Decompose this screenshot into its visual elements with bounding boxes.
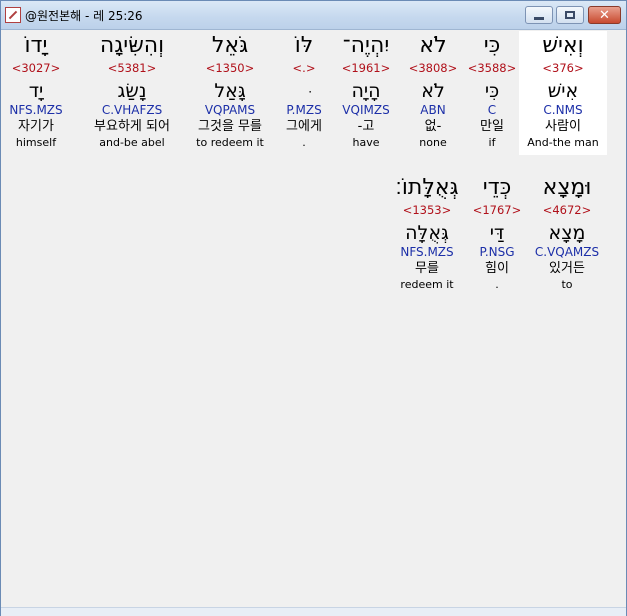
english-gloss: . — [302, 136, 306, 149]
morphology-code: ABN — [420, 103, 446, 117]
minimize-icon — [534, 16, 544, 20]
strong-number[interactable]: <.> — [279, 61, 329, 75]
lemma-word: גָּאַל — [214, 80, 246, 102]
hebrew-word: כִּי — [483, 33, 501, 58]
word-column[interactable]: כִּי <3588> כִּי C 만일 if — [467, 31, 517, 155]
hebrew-word: גְּאֻלָּתוֹ׃ — [395, 175, 459, 200]
window-title: @원전본해 - 레 25:26 — [25, 9, 143, 23]
lemma-word: הָיָה — [351, 80, 381, 102]
word-column[interactable]: וְאִישׁ <376> אִישׁ C.NMS 사람이 And-the man — [519, 31, 607, 155]
word-column[interactable]: כְּדֵי <1767> דַּי P.NSG 힘이. — [472, 173, 522, 297]
morphology-code: VQPAMS — [204, 103, 256, 117]
korean-gloss: -고 — [357, 119, 375, 134]
word-column[interactable]: וּמָצָא <4672> מָצָא C.VQAMZS 있거든 to — [531, 173, 603, 297]
word-column[interactable]: גֹּאֵל <1350> גָּאַל VQPAMS 그것을 무를 to redeem … — [187, 31, 273, 155]
word-column[interactable]: גְּאֻלָּתוֹ׃ <1353> גְּאֻלָּה NFS.MZS 무를 rede… — [390, 173, 464, 297]
lemma-word: לֹא — [421, 80, 445, 102]
title-bar[interactable]: @원전본해 - 레 25:26 ✕ — [1, 1, 626, 30]
minimize-button[interactable] — [525, 6, 553, 24]
english-gloss: if — [488, 136, 496, 149]
lemma-word: נָשַׂג — [117, 80, 147, 102]
strong-number[interactable]: <3808> — [406, 61, 460, 75]
morphology-code: NFS.MZS — [400, 245, 454, 259]
morphology-code: C.VHAFZS — [101, 103, 163, 117]
korean-gloss: 무를 — [415, 261, 439, 276]
app-window: @원전본해 - 레 25:26 ✕ וְאִישׁ <376> אִישׁ C.NMS… — [0, 0, 627, 616]
morphology-code: P.NSG — [479, 245, 515, 259]
morphology-code: C.NMS — [543, 103, 583, 117]
strong-number[interactable]: <5381> — [76, 61, 188, 75]
morphology-code: NFS.MZS — [9, 103, 63, 117]
english-gloss: . — [495, 278, 499, 291]
hebrew-word: לֹא — [419, 33, 447, 58]
korean-gloss: 사람이 — [545, 119, 581, 134]
hebrew-word: כְּדֵי — [482, 175, 512, 200]
strong-number[interactable]: <1767> — [472, 203, 522, 217]
lemma-word: מָצָא — [548, 222, 586, 244]
lemma-word: כִּי — [484, 80, 500, 102]
hebrew-word: וְאִישׁ — [542, 33, 584, 58]
app-icon[interactable] — [5, 7, 21, 23]
status-bar — [1, 607, 626, 616]
hebrew-word: וּמָצָא — [542, 175, 592, 200]
word-column[interactable]: וְהִשִּׂיגָה <5381> נָשַׂג C.VHAFZS 부요하게 되어 a… — [76, 31, 188, 155]
word-column[interactable]: יָדוֹ <3027> יָד NFS.MZS 자기가 himself — [4, 31, 68, 155]
korean-gloss: 그에게 — [286, 119, 322, 134]
strong-number[interactable]: <4672> — [531, 203, 603, 217]
korean-gloss: 그것을 무를 — [198, 119, 262, 134]
hebrew-word: יִהְיֶה־ — [342, 33, 390, 58]
english-gloss: none — [419, 136, 447, 149]
korean-gloss: 만일 — [480, 119, 504, 134]
korean-gloss: 없- — [424, 119, 442, 134]
lemma-word: גְּאֻלָּה — [405, 222, 449, 244]
lemma-word: אִישׁ — [547, 80, 579, 102]
interlinear-view[interactable]: וְאִישׁ <376> אִישׁ C.NMS 사람이 And-the man כִּי… — [5, 31, 622, 611]
strong-number[interactable]: <1350> — [187, 61, 273, 75]
morphology-code: VQIMZS — [342, 103, 390, 117]
close-button[interactable]: ✕ — [588, 6, 621, 24]
english-gloss: and-be abel — [99, 136, 165, 149]
korean-gloss: 힘이 — [485, 261, 509, 276]
morphology-code: P.MZS — [286, 103, 322, 117]
lemma-word: ּ — [279, 79, 329, 103]
lemma-word: יָד — [28, 80, 44, 102]
word-column[interactable]: יִהְיֶה־ <1961> הָיָה VQIMZS -고 have — [338, 31, 394, 155]
english-gloss: himself — [15, 136, 57, 149]
strong-number[interactable]: <1961> — [338, 61, 394, 75]
morphology-code: C — [487, 103, 497, 117]
word-column[interactable]: לּוֹ <.>ּP.MZS 그에게. — [279, 31, 329, 155]
maximize-icon — [565, 11, 575, 19]
lemma-word: דַּי — [489, 222, 505, 244]
word-column[interactable]: לֹא <3808> לֹא ABN 없-none — [406, 31, 460, 155]
english-gloss: to — [561, 278, 573, 291]
hebrew-word: גֹּאֵל — [211, 33, 249, 58]
korean-gloss: 자기가 — [18, 119, 54, 134]
korean-gloss: 부요하게 되어 — [94, 119, 170, 134]
close-icon: ✕ — [599, 7, 610, 23]
strong-number[interactable]: <3588> — [467, 61, 517, 75]
hebrew-word: לּוֹ — [294, 33, 314, 58]
morphology-code: C.VQAMZS — [534, 245, 600, 259]
strong-number[interactable]: <1353> — [390, 203, 464, 217]
strong-number[interactable]: <376> — [519, 61, 607, 75]
maximize-button[interactable] — [556, 6, 584, 24]
hebrew-word: יָדוֹ — [24, 33, 48, 58]
english-gloss: And-the man — [527, 136, 599, 149]
english-gloss: have — [352, 136, 380, 149]
hebrew-word: וְהִשִּׂיגָה — [99, 33, 165, 58]
english-gloss: redeem it — [400, 278, 454, 291]
korean-gloss: 있거든 — [549, 261, 585, 276]
english-gloss: to redeem it — [196, 136, 264, 149]
strong-number[interactable]: <3027> — [4, 61, 68, 75]
